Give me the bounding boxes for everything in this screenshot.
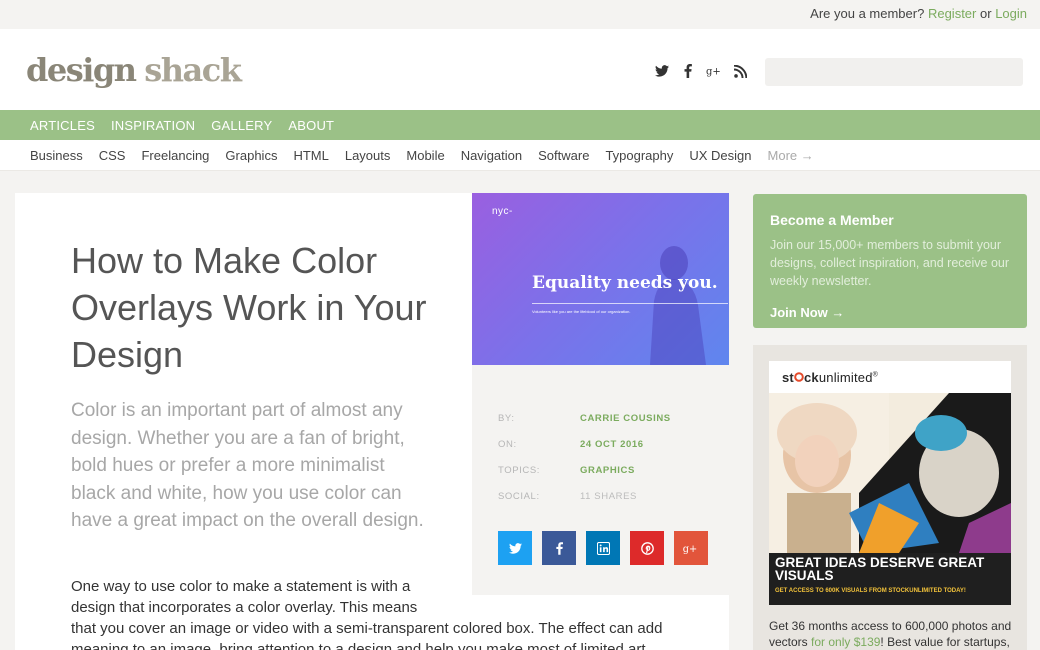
meta-author-link[interactable]: CARRIE COUSINS [580, 413, 671, 424]
article-lead: Color is an important part of almost any… [71, 400, 424, 531]
category-freelancing[interactable]: Freelancing [141, 148, 209, 163]
category-software[interactable]: Software [538, 148, 589, 163]
member-box-text: Join our 15,000+ members to submit your … [770, 238, 1010, 288]
ad-logo-part: st [782, 370, 794, 385]
logo-word-design: design [26, 51, 137, 89]
member-box-heading: Become a Member [770, 212, 894, 228]
ad-price-link[interactable]: for only $139 [811, 635, 880, 649]
nav-item-articles[interactable]: ARTICLES [30, 118, 95, 133]
logo-word-shack: shack [144, 51, 242, 89]
category-nav: Business CSS Freelancing Graphics HTML L… [0, 140, 1040, 171]
article-paragraph-continued: that you cover an image or video with a … [71, 620, 663, 650]
category-graphics[interactable]: Graphics [225, 148, 277, 163]
google-plus-icon[interactable]: g+ [706, 63, 722, 79]
member-prompt-text: Are you a member? [810, 6, 925, 21]
ad-logo-mark: ® [872, 371, 879, 379]
twitter-icon[interactable] [654, 63, 670, 79]
meta-row-topics: TOPICS: GRAPHICS [498, 465, 635, 476]
facebook-icon[interactable] [680, 63, 696, 79]
article-meta: BY: CARRIE COUSINS ON: 24 OCT 2016 TOPICS:… [472, 365, 729, 595]
member-prompt: Are you a member? Register or Login [810, 6, 1027, 21]
category-business[interactable]: Business [30, 148, 83, 163]
google-plus-icon: g+ [683, 544, 697, 554]
article-hero-image[interactable]: nyc- Equality needs you. Volunteers like… [472, 193, 729, 365]
main-nav: ARTICLES INSPIRATION GALLERY ABOUT [0, 110, 1040, 140]
category-layouts[interactable]: Layouts [345, 148, 391, 163]
site-header: design shack g+ [0, 29, 1040, 110]
register-link[interactable]: Register [928, 6, 976, 21]
meta-date: 24 OCT 2016 [580, 439, 644, 450]
share-facebook-button[interactable] [542, 531, 576, 565]
ad-logo-part: ck [803, 370, 819, 385]
meta-share-count: 11 SHARES [580, 491, 637, 502]
search-input[interactable] [765, 58, 1023, 86]
site-logo[interactable]: design shack [26, 51, 242, 89]
share-pinterest-button[interactable] [630, 531, 664, 565]
article-paragraph: One way to use color to make a statement… [71, 578, 418, 616]
or-text: or [980, 6, 992, 21]
meta-social-label: SOCIAL: [498, 491, 540, 502]
twitter-icon [508, 542, 522, 554]
nav-item-gallery[interactable]: GALLERY [211, 118, 272, 133]
stockunlimited-ad[interactable]: st ckunlimited® GREAT IDEAS DESERVE GREAT… [753, 345, 1027, 650]
meta-topics-label: TOPICS: [498, 465, 541, 476]
share-buttons: g+ [498, 531, 708, 565]
meta-on-label: ON: [498, 439, 517, 450]
nav-item-about[interactable]: ABOUT [288, 118, 334, 133]
facebook-icon [555, 541, 563, 555]
hero-brand: nyc- [492, 206, 513, 217]
meta-row-social: SOCIAL: 11 SHARES [498, 491, 637, 502]
ad-card: st ckunlimited® GREAT IDEAS DESERVE GREAT… [769, 361, 1011, 605]
ad-logo-part: unlimited [818, 370, 873, 385]
ad-logo-o-icon [794, 372, 804, 382]
hero-divider [532, 303, 728, 304]
svg-text:g+: g+ [706, 66, 721, 77]
meta-by-label: BY: [498, 413, 515, 424]
join-now-button[interactable]: Join Now → [770, 305, 844, 320]
share-twitter-button[interactable] [498, 531, 532, 565]
ad-subline: GET ACCESS TO 600K VISUALS FROM STOCKUNL… [775, 588, 966, 594]
category-mobile[interactable]: Mobile [406, 148, 444, 163]
become-member-box: Become a Member Join our 15,000+ members… [753, 194, 1027, 328]
category-css[interactable]: CSS [99, 148, 126, 163]
rss-icon[interactable] [732, 63, 748, 79]
category-html[interactable]: HTML [293, 148, 328, 163]
category-more-link[interactable]: More → [768, 148, 814, 163]
share-google-plus-button[interactable]: g+ [674, 531, 708, 565]
hero-headline: Equality needs you. [532, 273, 718, 293]
social-links: g+ [654, 63, 748, 79]
login-link[interactable]: Login [995, 6, 1027, 21]
meta-row-on: ON: 24 OCT 2016 [498, 439, 644, 450]
ad-description-text-end: ! Best value for startups, [880, 635, 1010, 649]
linkedin-icon [596, 541, 610, 555]
share-linkedin-button[interactable] [586, 531, 620, 565]
hero-subline: Volunteers like you are the lifeblood of… [532, 309, 631, 314]
ad-image: GREAT IDEAS DESERVE GREAT VISUALS GET AC… [769, 393, 1011, 605]
ad-description: Get 36 months access to 600,000 photos a… [769, 618, 1014, 650]
article-title: How to Make Color Overlays Work in Your … [71, 240, 427, 375]
ad-logo: st ckunlimited® [782, 370, 878, 385]
category-ux-design[interactable]: UX Design [689, 148, 751, 163]
category-navigation[interactable]: Navigation [461, 148, 522, 163]
ad-headline: GREAT IDEAS DESERVE GREAT VISUALS [775, 555, 985, 583]
top-bar: Are you a member? Register or Login [0, 0, 1040, 29]
meta-topic-link[interactable]: GRAPHICS [580, 465, 635, 476]
svg-text:g+: g+ [683, 544, 697, 554]
pinterest-icon [640, 541, 654, 555]
meta-row-by: BY: CARRIE COUSINS [498, 413, 671, 424]
category-typography[interactable]: Typography [605, 148, 673, 163]
nav-item-inspiration[interactable]: INSPIRATION [111, 118, 195, 133]
